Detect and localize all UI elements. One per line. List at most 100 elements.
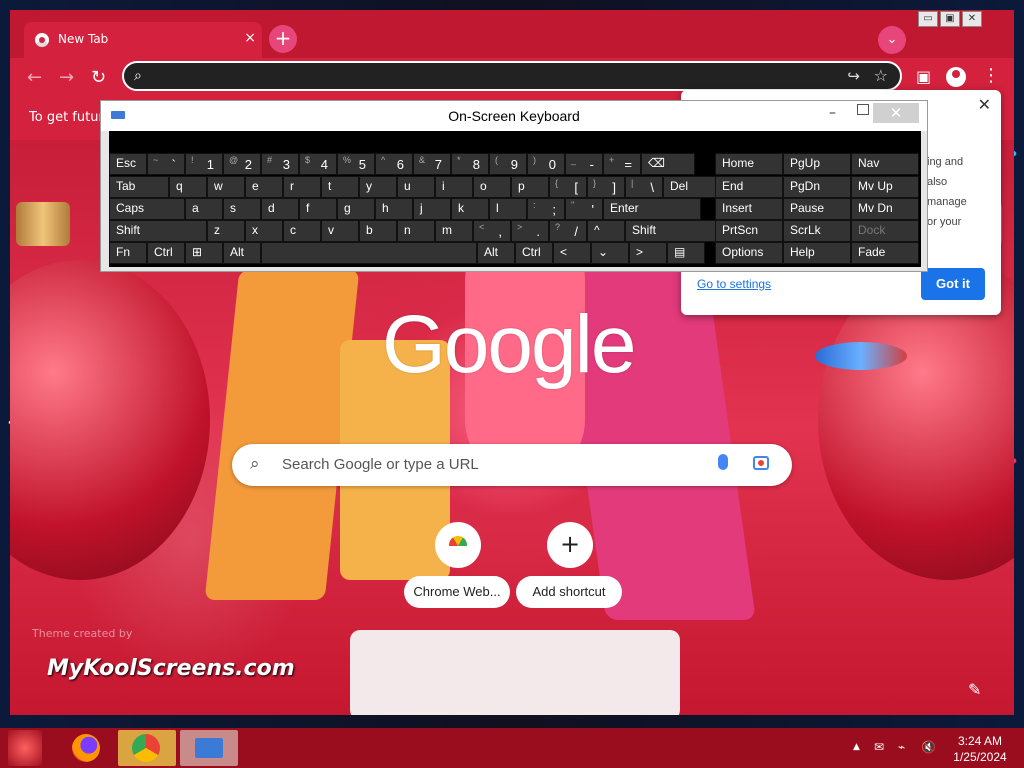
close-icon[interactable]: ✕	[978, 95, 991, 115]
osk-key-2[interactable]: @2	[223, 153, 261, 175]
osk-key-pgdn[interactable]: PgDn	[783, 176, 851, 198]
osk-key-prtscn[interactable]: PrtScn	[715, 220, 783, 242]
osk-key-home[interactable]: Home	[715, 153, 783, 175]
customize-pencil-icon[interactable]: ✎	[968, 680, 981, 699]
microphone-icon[interactable]	[718, 454, 728, 470]
osk-key-shift[interactable]: Shift	[625, 220, 723, 242]
osk-key-insert[interactable]: Insert	[715, 198, 783, 220]
back-button[interactable]: ←	[27, 67, 42, 88]
osk-key-symbol[interactable]: " '	[565, 198, 603, 220]
profile-avatar[interactable]	[946, 67, 966, 87]
tab-new-tab[interactable]: New Tab ×	[24, 22, 262, 59]
tab-close-button[interactable]: ×	[244, 30, 256, 46]
osk-key-8[interactable]: * 8	[451, 153, 489, 175]
osk-key-fade[interactable]: Fade	[851, 242, 919, 264]
osk-key-n[interactable]: n	[397, 220, 435, 242]
osk-maximize-button[interactable]	[857, 104, 869, 115]
osk-key-z[interactable]: z	[207, 220, 245, 242]
osk-key-help[interactable]: Help	[783, 242, 851, 264]
osk-key-h[interactable]: h	[375, 198, 413, 220]
side-panel-icon[interactable]: ▣	[916, 67, 931, 86]
theme-credits[interactable]: Theme created by	[32, 627, 132, 640]
osk-key-nav[interactable]: Nav	[851, 153, 919, 175]
osk-key-tab[interactable]: Tab	[109, 176, 169, 198]
minimize-button[interactable]: ▭	[918, 11, 938, 27]
share-icon[interactable]: ↪	[847, 67, 860, 85]
osk-key-alt[interactable]: Alt	[223, 242, 261, 264]
osk-key-s[interactable]: s	[223, 198, 261, 220]
osk-key-shift[interactable]: Shift	[109, 220, 207, 242]
lens-camera-icon[interactable]	[753, 456, 769, 470]
go-to-settings-link[interactable]: Go to settings	[697, 277, 771, 291]
got-it-button[interactable]: Got it	[921, 268, 985, 300]
osk-key-r[interactable]: r	[283, 176, 321, 198]
osk-key-w[interactable]: w	[207, 176, 245, 198]
osk-key-c[interactable]: c	[283, 220, 321, 242]
osk-key-symbol[interactable]: _ -	[565, 153, 603, 175]
tray-overflow-icon[interactable]: ▲	[853, 742, 860, 752]
osk-key-symbol[interactable]: ⌫	[641, 153, 695, 175]
osk-key-u[interactable]: u	[397, 176, 435, 198]
osk-key-0[interactable]: ) 0	[527, 153, 565, 175]
tab-search-button[interactable]: ⌄	[878, 26, 906, 54]
osk-key-pause[interactable]: Pause	[783, 198, 851, 220]
osk-key-3[interactable]: #3	[261, 153, 299, 175]
osk-key-enter[interactable]: Enter	[603, 198, 701, 220]
start-button[interactable]	[8, 730, 42, 766]
osk-key-m[interactable]: m	[435, 220, 473, 242]
osk-key-9[interactable]: (9	[489, 153, 527, 175]
osk-minimize-button[interactable]: –	[829, 105, 836, 121]
address-bar[interactable]: ⌕ ↪ ☆	[122, 61, 902, 91]
osk-key-symbol[interactable]: ^	[587, 220, 625, 242]
osk-key-e[interactable]: e	[245, 176, 283, 198]
ntp-search-box[interactable]: ⌕ Search Google or type a URL	[232, 444, 792, 486]
osk-key-symbol[interactable]: :;	[527, 198, 565, 220]
osk-key-6[interactable]: ^ 6	[375, 153, 413, 175]
osk-key-symbol[interactable]: ⌄	[591, 242, 629, 264]
osk-key-d[interactable]: d	[261, 198, 299, 220]
osk-key-v[interactable]: v	[321, 220, 359, 242]
osk-key-symbol[interactable]: ▤	[667, 242, 705, 264]
osk-key-a[interactable]: a	[185, 198, 223, 220]
clock[interactable]: 3:24 AM 1/25/2024	[940, 733, 1020, 765]
osk-key-pgup[interactable]: PgUp	[783, 153, 851, 175]
osk-key-symbol[interactable]: ? /	[549, 220, 587, 242]
network-icon[interactable]: ⌁	[898, 740, 905, 754]
osk-key-symbol[interactable]: >	[629, 242, 667, 264]
osk-key-5[interactable]: % 5	[337, 153, 375, 175]
osk-key-o[interactable]: o	[473, 176, 511, 198]
osk-key-i[interactable]: i	[435, 176, 473, 198]
osk-key-j[interactable]: j	[413, 198, 451, 220]
osk-key-options[interactable]: Options	[715, 242, 783, 264]
osk-key-symbol[interactable]: ~ `	[147, 153, 185, 175]
osk-key-f[interactable]: f	[299, 198, 337, 220]
osk-key-ctrl[interactable]: Ctrl	[147, 242, 185, 264]
osk-key-b[interactable]: b	[359, 220, 397, 242]
osk-key-alt[interactable]: Alt	[477, 242, 515, 264]
osk-key-t[interactable]: t	[321, 176, 359, 198]
osk-key-symbol[interactable]: {[	[549, 176, 587, 198]
osk-key-esc[interactable]: Esc	[109, 153, 147, 175]
osk-key-k[interactable]: k	[451, 198, 489, 220]
osk-key-p[interactable]: p	[511, 176, 549, 198]
osk-key-symbol[interactable]: ⊞	[185, 242, 223, 264]
volume-muted-icon[interactable]: 🔇	[921, 740, 936, 754]
osk-key-4[interactable]: $4	[299, 153, 337, 175]
osk-key-symbol[interactable]: >.	[511, 220, 549, 242]
osk-key-scrlk[interactable]: ScrLk	[783, 220, 851, 242]
new-tab-button[interactable]: +	[269, 25, 297, 53]
osk-key-symbol[interactable]: <	[553, 242, 591, 264]
osk-key-space[interactable]	[261, 242, 477, 264]
firefox-taskbar-button[interactable]	[66, 730, 106, 766]
osk-key-del[interactable]: Del	[663, 176, 723, 198]
osk-key-ctrl[interactable]: Ctrl	[515, 242, 553, 264]
close-window-button[interactable]: ✕	[962, 11, 982, 27]
osk-key-symbol[interactable]: + =	[603, 153, 641, 175]
osk-key-caps[interactable]: Caps	[109, 198, 185, 220]
osk-key-mvup[interactable]: Mv Up	[851, 176, 919, 198]
forward-button[interactable]: →	[59, 67, 74, 88]
osk-key-dock[interactable]: Dock	[851, 220, 919, 242]
action-center-icon[interactable]: ✉	[874, 740, 884, 754]
osk-key-fn[interactable]: Fn	[109, 242, 147, 264]
osk-close-button[interactable]: ✕	[873, 103, 919, 123]
